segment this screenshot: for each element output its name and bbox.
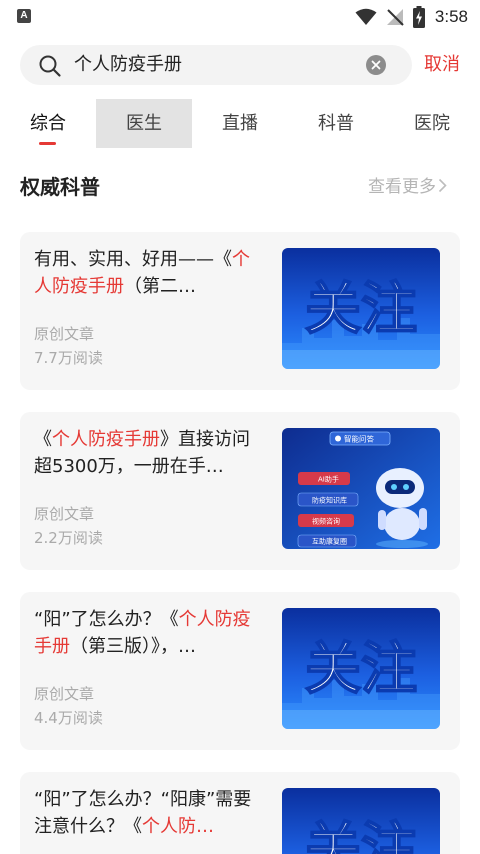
article-card[interactable]: “阳”了怎么办？《个人防疫手册（第三版）》，… 原创文章 4.4万阅读 关注 (20, 592, 460, 750)
search-bar[interactable]: 个人防疫手册 (20, 45, 412, 85)
thumbnail-text: 关注 (305, 637, 417, 702)
see-more-label: 查看更多 (368, 177, 436, 197)
status-bar: A 3:58 (0, 0, 480, 34)
thumbnail-text: 关注 (305, 817, 417, 854)
article-read-count: 2.2万阅读 (34, 529, 103, 547)
article-thumbnail: 关注 (282, 788, 440, 854)
article-title: 有用、实用、好用——《个人防疫手册（第二… (34, 249, 250, 297)
thumb-label: 互助康复圈 (312, 537, 347, 546)
article-thumbnail: 智能问答 AI助手 防疫知识库 视频咨询 互助康复圈 (282, 428, 440, 549)
cancel-button[interactable]: 取消 (424, 53, 460, 77)
app-notification-icon: A (17, 9, 31, 23)
category-tabs: 综合 医生 直播 科普 医院 (0, 99, 480, 148)
thumb-label: AI助手 (318, 475, 339, 484)
section-title: 权威科普 (20, 175, 100, 199)
no-signal-icon (386, 9, 404, 26)
thumb-label: 防疫知识库 (312, 496, 347, 505)
search-input[interactable]: 个人防疫手册 (74, 53, 182, 77)
tab-science[interactable]: 科普 (288, 99, 384, 148)
chevron-right-icon (438, 178, 447, 193)
article-source: 原创文章 (34, 325, 95, 343)
status-icons: 3:58 (355, 5, 468, 29)
thumb-label: 视频咨询 (312, 517, 340, 526)
article-read-count: 4.4万阅读 (34, 709, 103, 727)
see-more-link[interactable]: 查看更多 (368, 176, 447, 198)
article-thumbnail: 关注 (282, 248, 440, 369)
article-source: 原创文章 (34, 505, 95, 523)
thumb-label: 智能问答 (344, 434, 374, 444)
article-title: “阳”了怎么办？“阳康”需要注意什么？《个人防… (34, 789, 252, 837)
clear-icon[interactable] (366, 55, 386, 75)
tab-hospital[interactable]: 医院 (384, 99, 480, 148)
article-card[interactable]: 《个人防疫手册》直接访问超5300万，一册在手… 原创文章 2.2万阅读 智能问… (20, 412, 460, 570)
article-read-count: 7.7万阅读 (34, 349, 103, 367)
article-card[interactable]: 有用、实用、好用——《个人防疫手册（第二… 原创文章 7.7万阅读 关注 (20, 232, 460, 390)
wifi-icon (355, 8, 377, 25)
tab-live[interactable]: 直播 (192, 99, 288, 148)
status-time: 3:58 (434, 7, 468, 26)
active-tab-indicator (39, 142, 56, 145)
battery-charging-icon (412, 6, 425, 28)
search-icon (39, 55, 61, 77)
tab-doctor[interactable]: 医生 (96, 99, 192, 148)
article-card[interactable]: “阳”了怎么办？“阳康”需要注意什么？《个人防… 关注 (20, 772, 460, 854)
article-source: 原创文章 (34, 685, 95, 703)
article-title: 《个人防疫手册》直接访问超5300万，一册在手… (34, 429, 250, 477)
article-thumbnail: 关注 (282, 608, 440, 729)
article-title: “阳”了怎么办？《个人防疫手册（第三版）》，… (34, 609, 251, 657)
thumbnail-text: 关注 (305, 277, 417, 342)
tab-comprehensive[interactable]: 综合 (0, 99, 96, 148)
